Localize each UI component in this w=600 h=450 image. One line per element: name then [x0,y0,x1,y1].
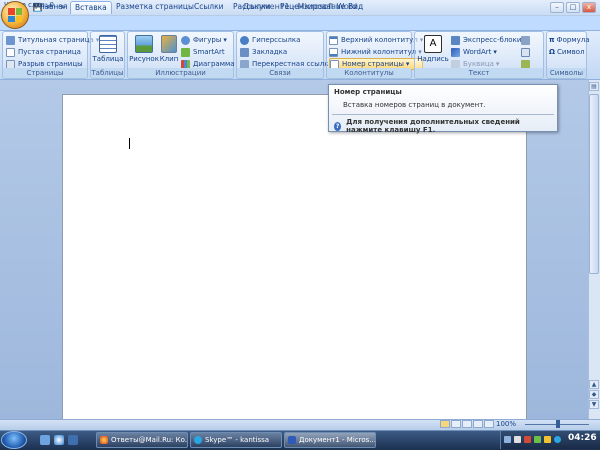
tooltip-title: Номер страницы [334,88,402,96]
page-number-tooltip: Номер страницы Вставка номеров страниц в… [328,84,558,134]
taskbar-item-browser[interactable]: Ответы@Mail.Ru: Ко... [96,432,188,448]
group-label-pages: Страницы [3,68,87,78]
print-layout-view-icon[interactable] [440,420,450,428]
tooltip-description: Вставка номеров страниц в документ. [343,101,486,109]
taskbar-item-skype[interactable]: Skype™ - kantissa [190,432,282,448]
ruler-toggle-icon[interactable]: ▤ [589,82,599,91]
minimize-button[interactable]: – [550,2,564,13]
hyperlink-button[interactable]: Гиперссылка [240,34,333,46]
picture-button[interactable]: Рисунок [129,35,159,63]
group-pages: Титульная страница▾ Пустая страница Разр… [2,31,99,79]
clock[interactable]: 04:26 [568,433,597,443]
group-tables: Таблица Таблицы [90,31,125,79]
language-icon[interactable] [504,436,511,443]
bookmark-button[interactable]: Закладка [240,46,333,58]
blank-page-button[interactable]: Пустая страница [6,46,99,58]
tab-insert[interactable]: Вставка [70,1,112,14]
chrome-icon [100,436,108,444]
group-label-symbols: Символы [547,68,586,78]
signature-line-button[interactable] [521,34,533,46]
switch-windows-icon[interactable] [68,435,78,445]
text-box-button[interactable]: A Надпись [417,35,449,63]
update-icon[interactable] [534,436,541,443]
antivirus-icon[interactable] [524,436,531,443]
skype-tray-icon[interactable] [554,436,561,443]
help-icon: ? [334,121,342,131]
tooltip-divider [332,114,554,115]
group-label-illustrations: Иллюстрации [128,68,233,78]
symbol-button[interactable]: Ω Символ [549,46,590,58]
skype-icon [194,436,202,444]
blank-page-icon [6,47,15,57]
scroll-up-icon[interactable]: ▲ [589,380,599,389]
previous-page-icon[interactable]: ◆ [589,390,599,399]
smartart-icon [181,47,190,57]
date-time-button[interactable] [521,46,533,58]
bookmark-icon [240,47,249,57]
group-label-header-footer: Колонтитулы [327,68,411,78]
document-page[interactable] [62,94,527,424]
draft-view-icon[interactable] [484,420,494,428]
group-label-tables: Таблицы [91,68,124,78]
clip-icon [161,35,177,53]
omega-icon: Ω [549,48,555,56]
group-header-footer: Верхний колонтитул▾ Нижний колонтитул▾ Н… [326,31,424,79]
group-symbols: π Формула Ω Символ Символы [546,31,590,79]
clip-button[interactable]: Клип [159,35,179,63]
web-layout-view-icon[interactable] [462,420,472,428]
cover-page-icon [6,35,15,45]
ribbon-tab-row [0,16,600,30]
text-box-icon: A [424,35,442,53]
header-icon [329,35,338,45]
pi-icon: π [549,36,555,44]
equation-button[interactable]: π Формула [549,34,590,46]
scrollbar-thumb[interactable] [589,94,599,274]
wordart-icon [451,47,460,57]
taskbar-item-word[interactable]: Документ1 - Micros... [284,432,376,448]
zoom-slider-thumb[interactable] [556,420,560,428]
quick-parts-button[interactable]: Экспресс-блоки▾ [451,34,527,46]
tooltip-help: ? Для получения дополнительных сведений … [334,118,520,134]
cover-page-button[interactable]: Титульная страница▾ [6,34,99,46]
office-button[interactable] [1,1,29,29]
maximize-button[interactable]: □ [566,2,580,13]
date-time-icon [521,47,530,57]
table-button[interactable]: Таблица [93,35,123,63]
text-cursor [129,138,130,149]
group-text: A Надпись Экспресс-блоки▾ WordArt▾ Букви… [414,31,544,79]
full-screen-reading-view-icon[interactable] [451,420,461,428]
tab-page-layout[interactable]: Разметка страницы [112,1,198,14]
office-logo-icon [8,8,22,22]
group-label-text: Текст [415,68,543,78]
close-button[interactable]: x [582,2,596,13]
zoom-level[interactable]: 100% [496,420,516,428]
tab-mailings[interactable]: Рассылки [229,1,275,14]
next-page-icon[interactable]: ▼ [589,400,599,409]
signature-line-icon [521,35,530,45]
footer-icon [329,47,338,57]
tab-review[interactable]: Рецензирование [276,1,349,14]
shapes-icon [181,35,190,45]
table-icon [99,35,117,53]
outline-view-icon[interactable] [473,420,483,428]
group-label-links: Связи [237,68,323,78]
volume-icon[interactable] [544,436,551,443]
shapes-button[interactable]: Фигуры ▾ [181,34,235,46]
picture-icon [135,35,153,53]
group-illustrations: Рисунок Клип Фигуры ▾ SmartArt Диаграмма … [127,31,235,79]
header-button[interactable]: Верхний колонтитул▾ [329,34,423,46]
tab-references[interactable]: Ссылки [190,1,227,14]
wordart-button[interactable]: WordArt ▾ [451,46,527,58]
network-icon[interactable] [514,436,521,443]
start-button[interactable] [1,431,27,449]
group-links: Гиперссылка Закладка Перекрестная ссылка… [236,31,333,79]
word-icon [288,436,296,444]
quick-parts-icon [451,35,460,45]
smartart-button[interactable]: SmartArt [181,46,235,58]
hyperlink-icon [240,35,249,45]
tab-view[interactable]: Вид [344,1,367,14]
footer-button[interactable]: Нижний колонтитул▾ [329,46,423,58]
show-desktop-icon[interactable] [40,435,50,445]
internet-explorer-icon[interactable] [54,435,64,445]
